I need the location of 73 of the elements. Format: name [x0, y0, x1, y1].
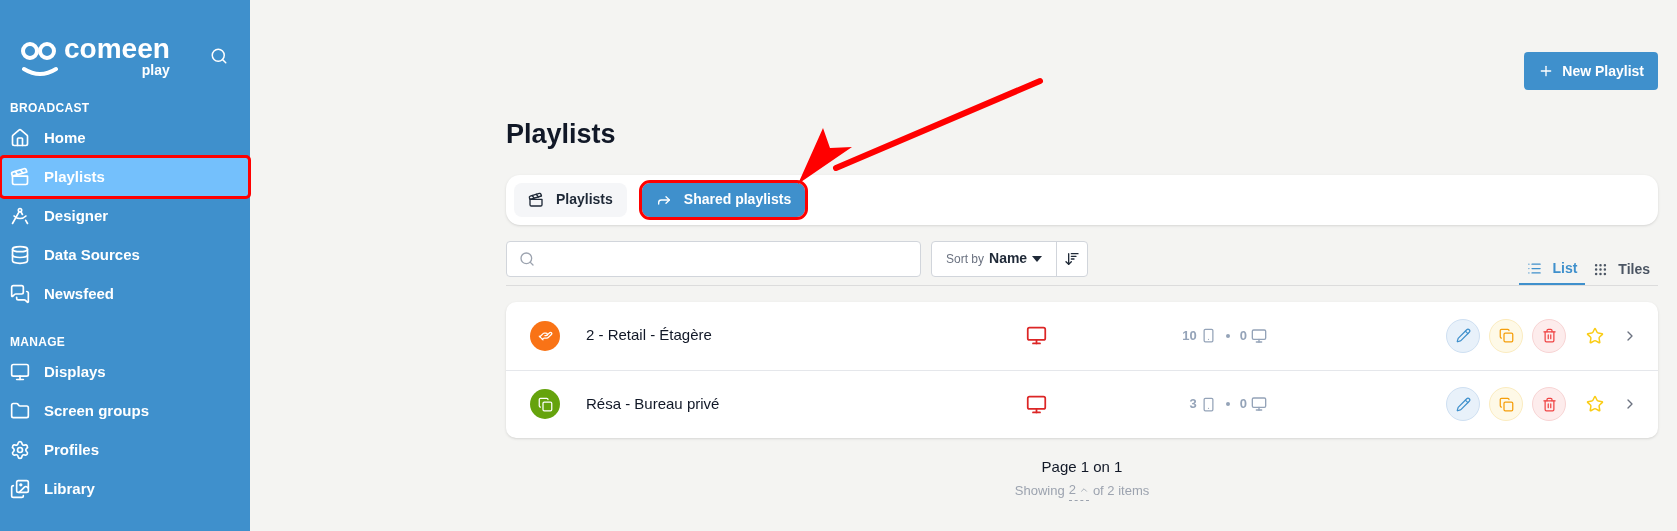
- item-count: 10: [1182, 326, 1197, 345]
- edit-button[interactable]: [1446, 387, 1480, 421]
- display-count: 0: [1239, 395, 1247, 414]
- search-field[interactable]: [506, 240, 921, 277]
- sidebar-item[interactable]: Displays: [2, 353, 248, 391]
- tab[interactable]: Playlists: [514, 182, 627, 217]
- monitor-icon: [1251, 396, 1267, 412]
- duplicate-button[interactable]: [1489, 318, 1523, 353]
- star-icon[interactable]: [1586, 326, 1604, 345]
- compass-icon: [10, 206, 30, 226]
- device-icon: [1200, 396, 1216, 412]
- search-icon: [519, 250, 535, 267]
- sidebar-item[interactable]: Designer: [2, 197, 248, 235]
- showing-label: Showing: [1014, 481, 1065, 500]
- monitor-icon: [1026, 325, 1047, 346]
- sort-label: Sort by: [946, 250, 984, 268]
- logo-subtitle: play: [141, 63, 170, 77]
- playlist-name: 2 - Retail - Étagère: [586, 325, 713, 346]
- star-icon[interactable]: [1586, 395, 1604, 413]
- sidebar-item[interactable]: Newsfeed: [2, 275, 248, 313]
- playlist-row[interactable]: 2 - Retail - Étagère 10 0: [506, 301, 1658, 370]
- copy-icon: [537, 396, 553, 412]
- sidebar-item[interactable]: Home: [2, 119, 248, 157]
- view-toggle[interactable]: List: [1519, 254, 1586, 285]
- playlist-name: Résa - Bureau privé: [586, 393, 721, 414]
- section-heading: BROADCAST: [9, 100, 91, 117]
- display-count: 0: [1239, 326, 1247, 345]
- sidebar-item[interactable]: Playlists: [2, 158, 248, 196]
- chat-bubbles-icon: [10, 284, 30, 304]
- sidebar-item[interactable]: Data Sources: [2, 236, 248, 274]
- page-size-select[interactable]: 2: [1068, 480, 1089, 501]
- duplicate-button[interactable]: [1489, 387, 1523, 421]
- sort-value: Name: [989, 249, 1028, 268]
- pencil-icon: [1455, 328, 1471, 343]
- playlist-row[interactable]: Résa - Bureau privé 3 0: [506, 369, 1658, 438]
- page-title: Playlists: [506, 118, 617, 151]
- items-total-label: of 2 items: [1092, 481, 1150, 500]
- section-heading: MANAGE: [9, 334, 67, 351]
- new-playlist-button[interactable]: New Playlist: [1524, 52, 1658, 90]
- monitor-icon: [1251, 327, 1267, 344]
- clapperboard-icon: [528, 191, 544, 208]
- list-icon: [1527, 261, 1543, 276]
- page-indicator: Page 1 on 1: [1041, 456, 1123, 477]
- logo-wordmark: comeen: [64, 35, 170, 63]
- pencil-icon: [1455, 396, 1471, 412]
- device-icon: [1200, 328, 1216, 343]
- trash-icon: [1541, 396, 1557, 412]
- logo-icon: [20, 41, 60, 77]
- monitor-icon: [10, 362, 30, 382]
- database-icon: [10, 245, 30, 265]
- folder-icon: [10, 401, 30, 421]
- sort-control[interactable]: Sort by Name: [931, 240, 1089, 277]
- clapperboard-icon: [10, 167, 30, 187]
- monitor-icon: [1026, 393, 1047, 415]
- copy-icon: [1498, 328, 1514, 343]
- item-count: 3: [1189, 395, 1197, 414]
- images-icon: [10, 479, 30, 499]
- settings-icon: [10, 440, 30, 460]
- sidebar-item[interactable]: Profiles: [2, 431, 248, 469]
- edit-button[interactable]: [1446, 318, 1480, 353]
- grid-icon: [1593, 262, 1609, 277]
- caret-icon: [1032, 255, 1043, 262]
- delete-button[interactable]: [1532, 387, 1566, 421]
- sort-order-icon[interactable]: [1064, 250, 1081, 267]
- copy-icon: [1498, 396, 1514, 412]
- sidebar-item[interactable]: Screen groups: [2, 392, 248, 430]
- sidebar-item[interactable]: Library: [2, 470, 248, 508]
- trash-icon: [1541, 328, 1557, 343]
- search-icon[interactable]: [210, 47, 228, 65]
- house-icon: [10, 128, 30, 148]
- view-toggle[interactable]: Tiles: [1585, 254, 1658, 285]
- delete-button[interactable]: [1532, 318, 1566, 353]
- tab[interactable]: Shared playlists: [641, 182, 806, 217]
